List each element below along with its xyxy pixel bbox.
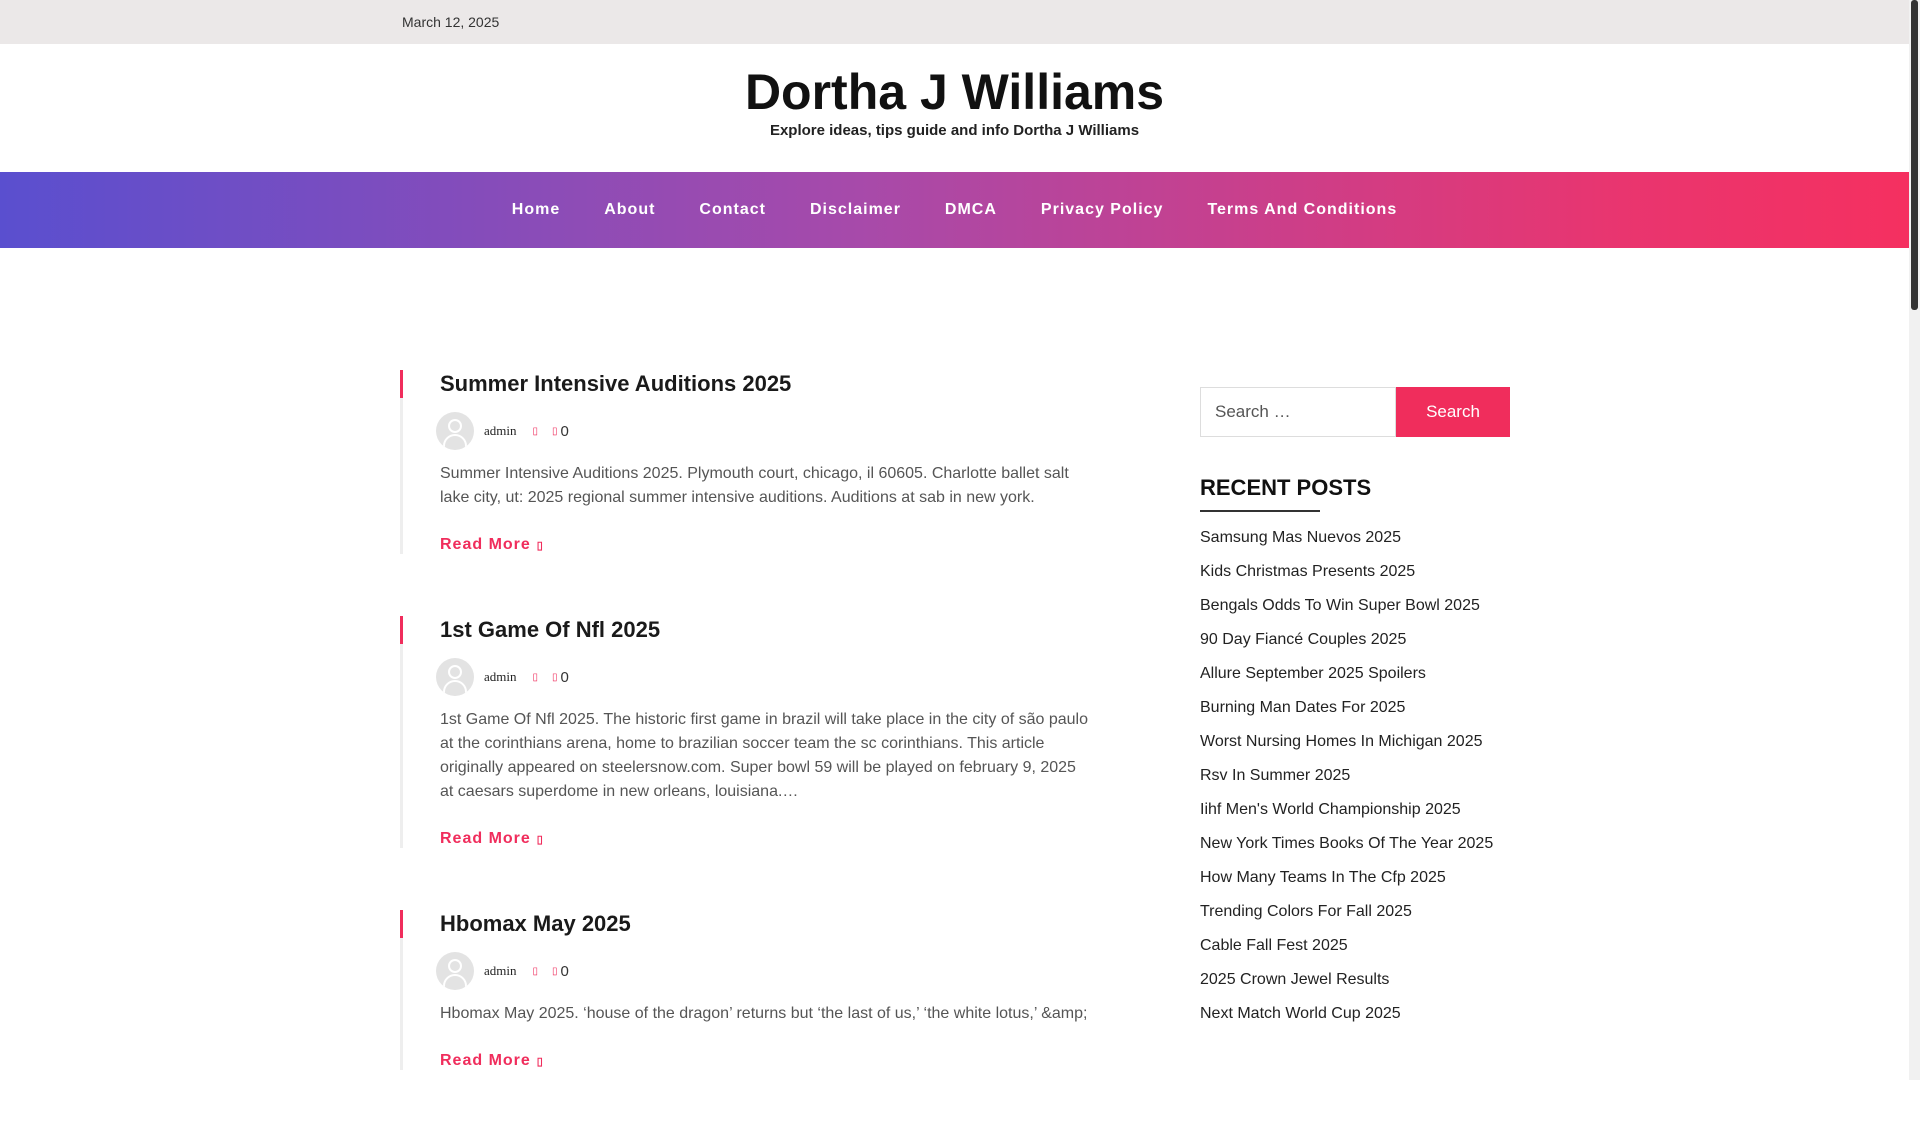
list-item[interactable]: New York Times Books Of The Year 2025 <box>1200 827 1510 861</box>
scrollbar-thumb[interactable] <box>1911 0 1918 310</box>
post-excerpt: Summer Intensive Auditions 2025. Plymout… <box>440 465 1069 506</box>
post-card: 1st Game Of Nfl 2025 admin ▯ ▯ 0 1st Gam… <box>400 616 1100 848</box>
list-item[interactable]: 90 Day Fiancé Couples 2025 <box>1200 623 1510 657</box>
read-more-link[interactable]: Read More ▯ <box>440 830 544 848</box>
clock-icon: ▯ <box>532 425 539 437</box>
post-excerpt: Hbomax May 2025. ‘house of the dragon’ r… <box>440 1005 1088 1022</box>
read-more-link[interactable]: Read More ▯ <box>440 536 544 554</box>
site-title[interactable]: Dortha J Williams <box>0 65 1909 120</box>
chevron-right-icon: ▯ <box>536 834 544 846</box>
recent-posts-list: Samsung Mas Nuevos 2025 Kids Christmas P… <box>1200 521 1510 1031</box>
post-author[interactable]: admin <box>484 669 517 685</box>
site-description: Explore ideas, tips guide and info Dorth… <box>769 122 1140 139</box>
post-card: Hbomax May 2025 admin ▯ ▯ 0 Hbomax May 2… <box>400 910 1100 1070</box>
search-input[interactable] <box>1200 387 1396 437</box>
avatar <box>436 658 474 696</box>
sidebar: Search RECENT POSTS Samsung Mas Nuevos 2… <box>1200 387 1510 1031</box>
read-more-label: Read More <box>440 830 531 847</box>
nav-item-home[interactable]: Home <box>512 201 560 219</box>
page-scrollbar[interactable] <box>1909 0 1920 1080</box>
list-item[interactable]: Kids Christmas Presents 2025 <box>1200 555 1510 589</box>
nav-item-terms[interactable]: Terms And Conditions <box>1207 201 1397 219</box>
comment-count[interactable]: 0 <box>561 669 569 686</box>
comment-icon: ▯ <box>552 671 558 683</box>
list-item[interactable]: Burning Man Dates For 2025 <box>1200 691 1510 725</box>
comment-count[interactable]: 0 <box>561 423 569 440</box>
top-bar: March 12, 2025 <box>0 0 1909 44</box>
clock-icon: ▯ <box>532 671 539 683</box>
read-more-label: Read More <box>440 536 531 553</box>
list-item[interactable]: Next Match World Cup 2025 <box>1200 997 1510 1031</box>
list-item[interactable]: How Many Teams In The Cfp 2025 <box>1200 861 1510 895</box>
post-card: Summer Intensive Auditions 2025 admin ▯ … <box>400 370 1100 554</box>
list-item[interactable]: Trending Colors For Fall 2025 <box>1200 895 1510 929</box>
nav-item-dmca[interactable]: DMCA <box>945 201 997 219</box>
nav-item-contact[interactable]: Contact <box>699 201 766 219</box>
read-more-link[interactable]: Read More ▯ <box>440 1052 544 1070</box>
comment-icon: ▯ <box>552 965 558 977</box>
search-form: Search <box>1200 387 1510 437</box>
post-meta: admin ▯ ▯ 0 <box>436 658 1100 696</box>
post-meta: admin ▯ ▯ 0 <box>436 412 1100 450</box>
nav-item-about[interactable]: About <box>604 201 655 219</box>
read-more-label: Read More <box>440 1052 531 1069</box>
post-author[interactable]: admin <box>484 423 517 439</box>
post-author[interactable]: admin <box>484 963 517 979</box>
avatar <box>436 952 474 990</box>
avatar <box>436 412 474 450</box>
nav-item-privacy-policy[interactable]: Privacy Policy <box>1041 201 1164 219</box>
list-item[interactable]: Iihf Men's World Championship 2025 <box>1200 793 1510 827</box>
comment-count[interactable]: 0 <box>561 963 569 980</box>
list-item[interactable]: Cable Fall Fest 2025 <box>1200 929 1510 963</box>
post-title[interactable]: Hbomax May 2025 <box>440 910 1100 938</box>
list-item[interactable]: Worst Nursing Homes In Michigan 2025 <box>1200 725 1510 759</box>
chevron-right-icon: ▯ <box>536 540 544 552</box>
search-button[interactable]: Search <box>1396 387 1510 437</box>
list-item[interactable]: Allure September 2025 Spoilers <box>1200 657 1510 691</box>
post-title[interactable]: Summer Intensive Auditions 2025 <box>440 370 1100 398</box>
title-underline <box>1200 510 1320 512</box>
site-branding: Dortha J Williams Explore ideas, tips gu… <box>0 44 1909 172</box>
post-meta: admin ▯ ▯ 0 <box>436 952 1100 990</box>
post-list: Summer Intensive Auditions 2025 admin ▯ … <box>400 370 1100 1132</box>
post-excerpt: 1st Game Of Nfl 2025. The historic first… <box>440 711 1088 800</box>
main-navigation: Home About Contact Disclaimer DMCA Priva… <box>0 172 1909 248</box>
comment-icon: ▯ <box>552 425 558 437</box>
list-item[interactable]: Rsv In Summer 2025 <box>1200 759 1510 793</box>
current-date: March 12, 2025 <box>402 14 500 30</box>
list-item[interactable]: Bengals Odds To Win Super Bowl 2025 <box>1200 589 1510 623</box>
chevron-right-icon: ▯ <box>536 1056 544 1068</box>
nav-item-disclaimer[interactable]: Disclaimer <box>810 201 901 219</box>
list-item[interactable]: 2025 Crown Jewel Results <box>1200 963 1510 997</box>
recent-posts-title: RECENT POSTS <box>1200 475 1372 500</box>
post-title[interactable]: 1st Game Of Nfl 2025 <box>440 616 1100 644</box>
list-item[interactable]: Samsung Mas Nuevos 2025 <box>1200 521 1510 555</box>
clock-icon: ▯ <box>532 965 539 977</box>
